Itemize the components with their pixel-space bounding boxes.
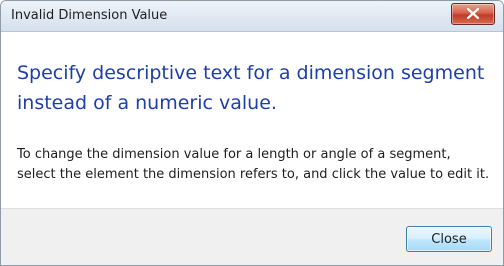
close-button[interactable]: Close — [406, 226, 492, 252]
main-instruction: Specify descriptive text for a dimension… — [17, 62, 485, 114]
message-area: Specify descriptive text for a dimension… — [1, 32, 503, 208]
button-footer: Close — [1, 208, 503, 265]
title-bar[interactable]: Invalid Dimension Value — [1, 1, 503, 32]
message-body: To change the dimension value for a leng… — [17, 147, 490, 182]
dialog-window: Invalid Dimension Value Specify descript… — [0, 0, 504, 266]
window-close-button[interactable] — [451, 3, 495, 25]
close-icon — [467, 8, 479, 19]
window-title: Invalid Dimension Value — [11, 8, 168, 23]
